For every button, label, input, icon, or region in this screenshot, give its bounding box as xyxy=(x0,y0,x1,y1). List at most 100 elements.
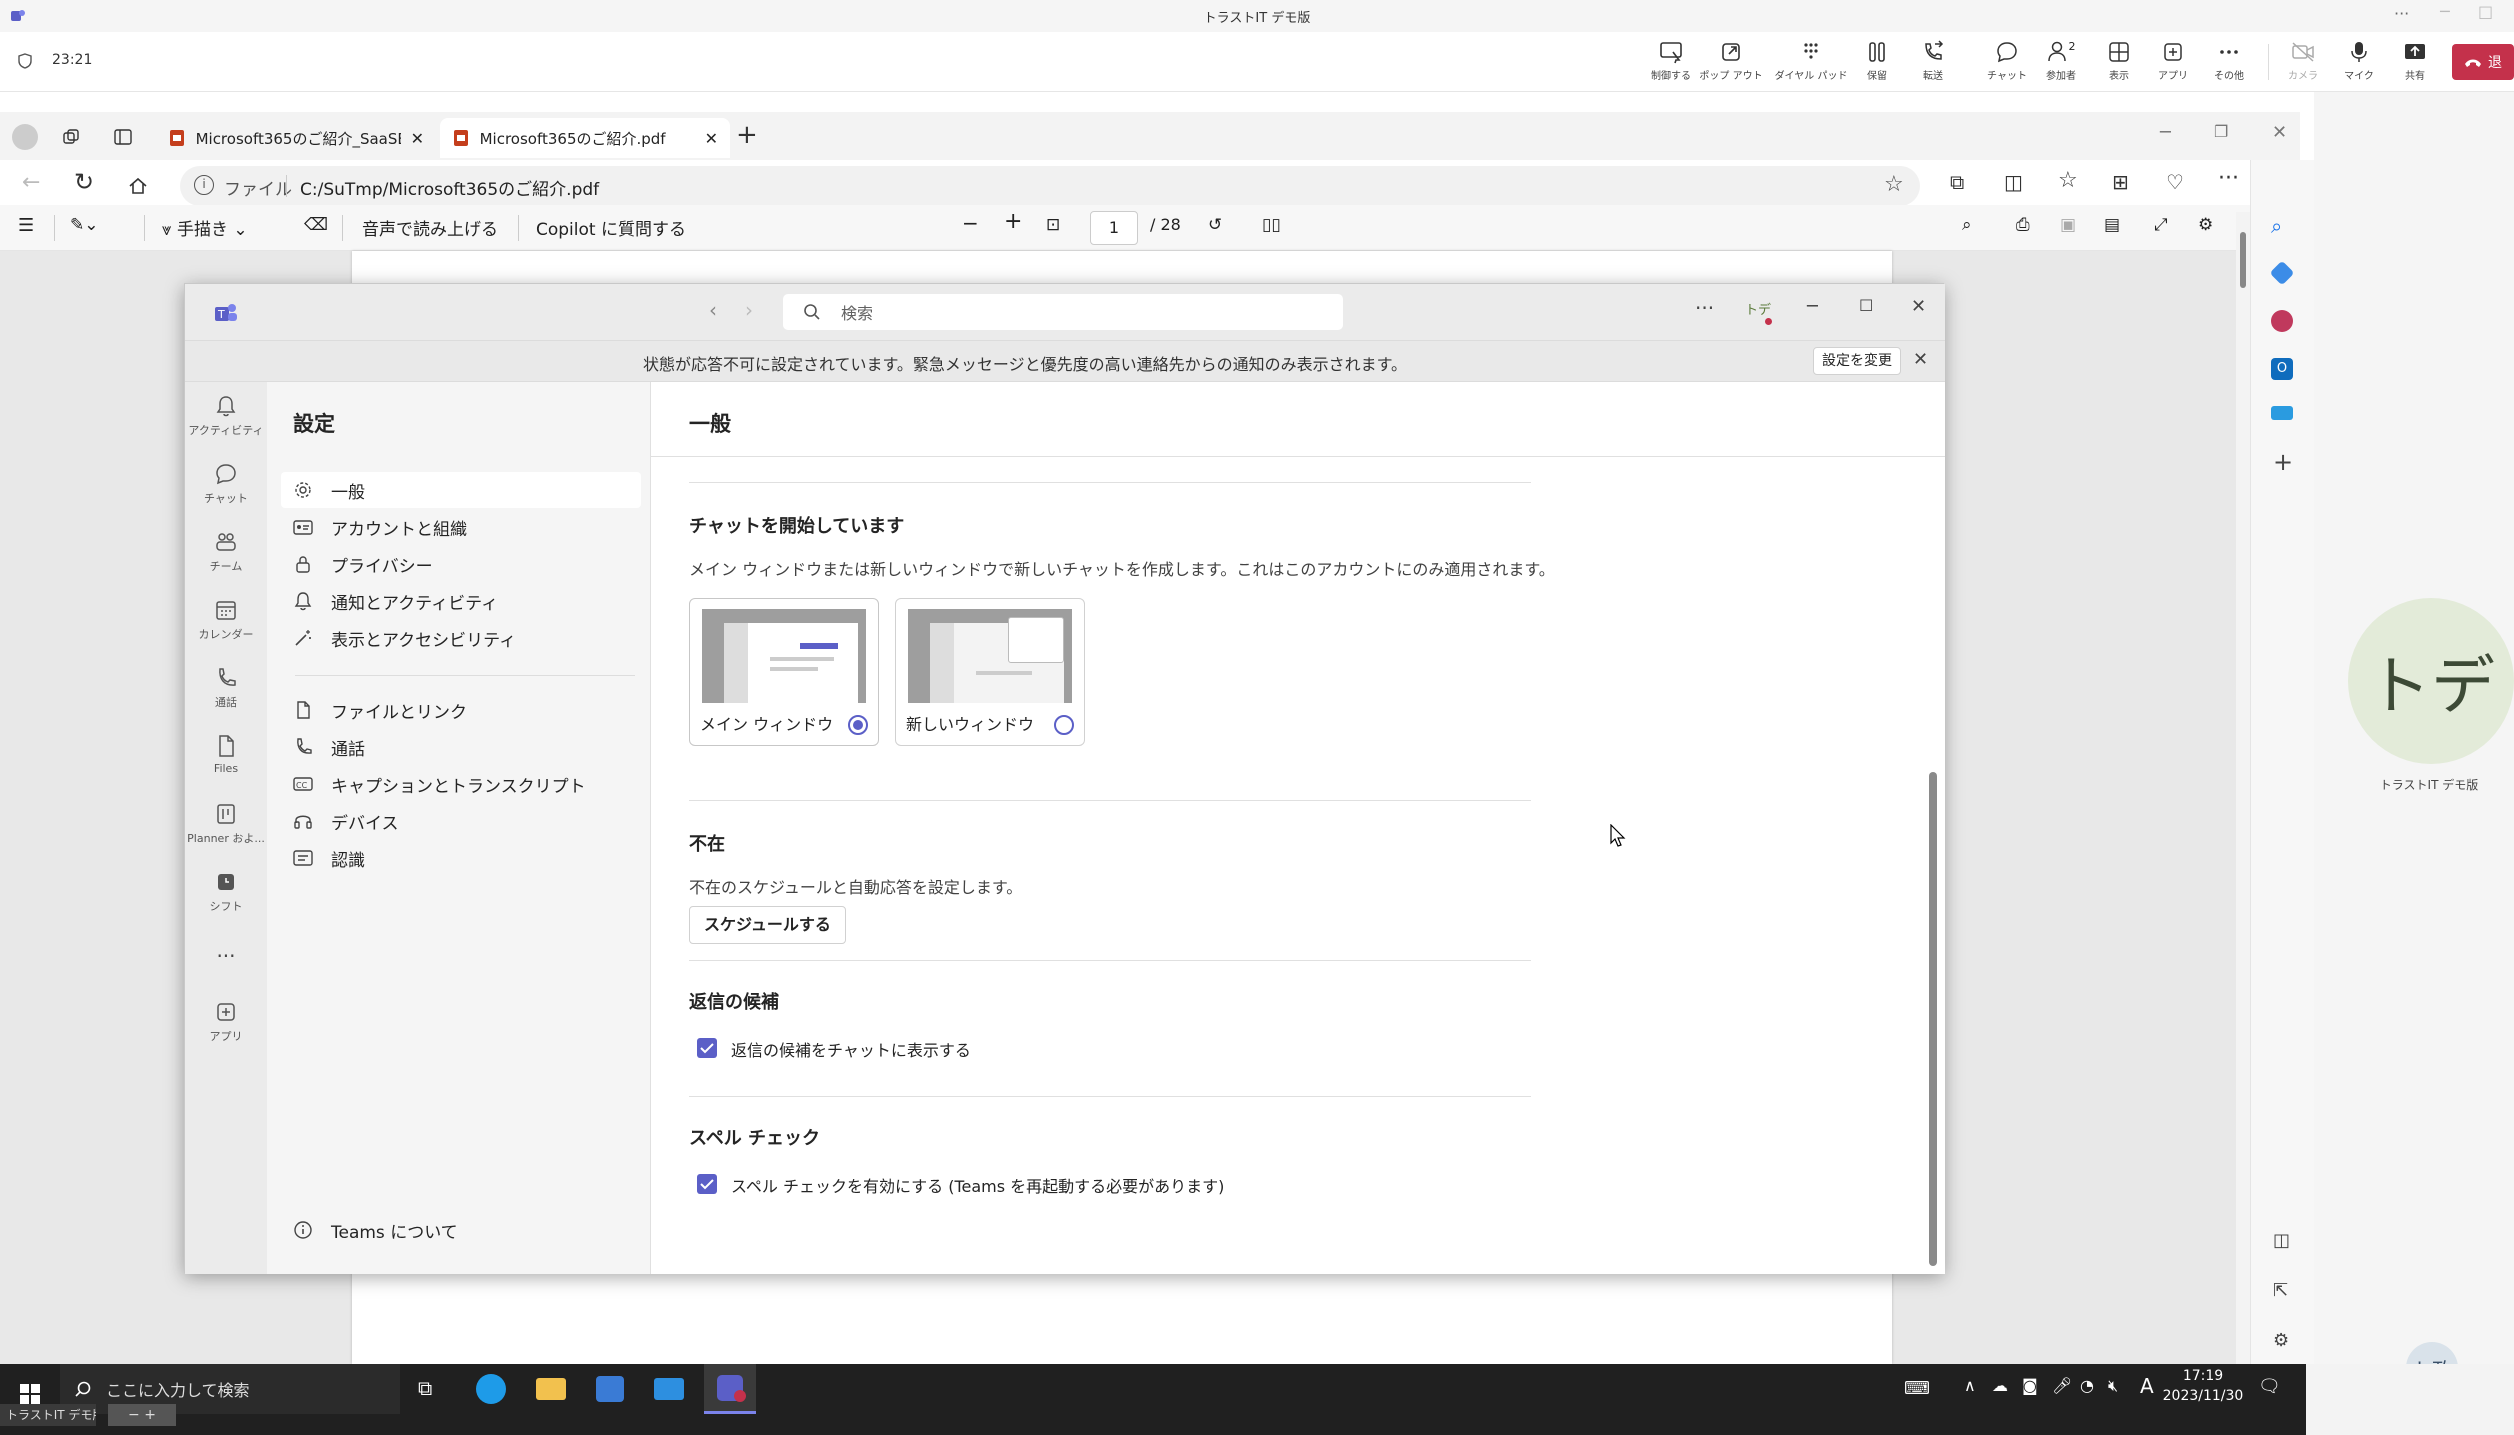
control-button[interactable]: 制御する xyxy=(1646,40,1696,88)
rail-apps[interactable]: アプリ xyxy=(185,1000,267,1044)
schedule-button[interactable]: スケジュールする xyxy=(689,906,846,944)
tray-mic-icon[interactable]: 🎤︎ xyxy=(2052,1376,2072,1395)
mail-taskbar-icon[interactable] xyxy=(654,1378,684,1400)
nav-privacy[interactable]: プライバシー xyxy=(281,546,641,582)
fit-page-icon[interactable]: ⊡ xyxy=(1046,215,1060,235)
rail-calendar[interactable]: カレンダー xyxy=(185,598,267,642)
read-aloud-button[interactable]: 音声で読み上げる xyxy=(362,215,498,240)
nav-captions[interactable]: CC キャプションとトランスクリプト xyxy=(281,766,641,802)
teams-back-icon[interactable]: ‹ xyxy=(709,298,717,322)
new-tab-icon[interactable]: + xyxy=(736,120,758,150)
nav-files[interactable]: ファイルとリンク xyxy=(281,692,641,728)
camera-button[interactable]: カメラ xyxy=(2278,40,2328,88)
meeting-chat-button[interactable]: チャット xyxy=(1982,40,2032,88)
contents-icon[interactable]: ☰ xyxy=(18,215,34,236)
refresh-icon[interactable]: ↻ xyxy=(74,168,94,196)
pdf-settings-icon[interactable]: ⚙ xyxy=(2198,215,2213,235)
new-window-radio[interactable] xyxy=(1054,715,1074,735)
edge-taskbar-icon[interactable] xyxy=(476,1374,506,1404)
nav-about-teams[interactable]: Teams について xyxy=(281,1212,641,1248)
leave-button[interactable]: 退 xyxy=(2452,44,2514,80)
ask-copilot-button[interactable]: Copilot に質問する xyxy=(536,215,686,240)
zoom-out-icon[interactable]: − xyxy=(962,211,979,235)
rail-planner[interactable]: Planner およ... xyxy=(185,802,267,846)
pdf-scrollbar[interactable] xyxy=(2236,212,2250,1364)
outlook-icon[interactable]: O xyxy=(2271,358,2293,380)
task-view-icon[interactable]: ⧉ xyxy=(418,1376,432,1400)
settings-scrollbar[interactable] xyxy=(1929,772,1937,1266)
favorites-icon[interactable]: ☆ xyxy=(2058,168,2078,193)
pdf-search-icon[interactable]: ⌕ xyxy=(1962,215,1972,235)
browser-essentials-icon[interactable]: ♡ xyxy=(2166,170,2184,194)
home-icon[interactable] xyxy=(126,174,150,198)
volume-icon[interactable]: 🔇︎ xyxy=(2108,1376,2118,1396)
tray-chevron-icon[interactable]: ∧ xyxy=(1964,1376,1976,1395)
highlight-icon[interactable]: ✎⌄ xyxy=(70,215,99,235)
tab-close-icon[interactable]: ✕ xyxy=(705,129,718,148)
teams-more-icon[interactable]: ··· xyxy=(1695,296,1714,320)
keyboard-icon[interactable]: ⌨ xyxy=(1904,1378,1930,1399)
browser-restore-icon[interactable]: ❐ xyxy=(2214,122,2228,141)
nav-notifications[interactable]: 通知とアクティビティ xyxy=(281,583,641,619)
save-icon[interactable]: ▣ xyxy=(2060,215,2076,235)
rail-more-icon[interactable]: ··· xyxy=(185,944,267,968)
meet-now-icon[interactable]: ◙ xyxy=(2022,1376,2038,1395)
browser-menu-icon[interactable]: ··· xyxy=(2218,166,2239,191)
rail-chat[interactable]: チャット xyxy=(185,462,267,506)
browser-close-icon[interactable]: ✕ xyxy=(2272,122,2287,143)
network-icon[interactable]: ◔ xyxy=(2080,1376,2094,1395)
clock-date[interactable]: 2023/11/30 xyxy=(2162,1388,2244,1404)
back-icon[interactable]: ← xyxy=(22,170,40,195)
nav-appearance[interactable]: 表示とアクセシビリティ xyxy=(281,620,641,656)
banner-close-icon[interactable]: ✕ xyxy=(1913,349,1928,370)
clock-time[interactable]: 17:19 xyxy=(2168,1368,2238,1384)
spell-check-checkbox[interactable] xyxy=(697,1174,717,1194)
view-button[interactable]: 表示 xyxy=(2094,40,2144,88)
notifications-icon[interactable]: 🗨︎ xyxy=(2258,1376,2281,1397)
nav-account[interactable]: アカウントと組織 xyxy=(281,509,641,545)
split-screen-icon[interactable]: ◫ xyxy=(2004,170,2023,194)
rotate-icon[interactable]: ↺ xyxy=(1208,215,1222,235)
meeting-maximize-icon[interactable]: □ xyxy=(2478,2,2493,21)
page-number-input[interactable]: 1 xyxy=(1090,211,1138,245)
main-window-radio[interactable] xyxy=(848,715,868,735)
info-icon[interactable]: i xyxy=(194,175,214,195)
rail-teams[interactable]: チーム xyxy=(185,530,267,574)
browser-minimize-icon[interactable]: ─ xyxy=(2160,122,2171,143)
reply-suggestions-checkbox[interactable] xyxy=(697,1038,717,1058)
onedrive-icon[interactable]: ☁ xyxy=(1992,1376,2008,1395)
main-window-option[interactable]: メイン ウィンドウ xyxy=(689,598,879,746)
rail-calls[interactable]: 通話 xyxy=(185,666,267,710)
page-view-icon[interactable]: ▯▯ xyxy=(1262,215,1281,235)
teams-search-box[interactable]: 検索 xyxy=(783,294,1343,330)
mic-button[interactable]: マイク xyxy=(2334,40,2384,88)
nav-general[interactable]: 一般 xyxy=(281,472,641,508)
zoom-in-icon[interactable]: + xyxy=(1004,209,1022,234)
hold-button[interactable]: 保留 xyxy=(1852,40,1902,88)
sidebar-panel-icon[interactable]: ◫ xyxy=(2273,1230,2290,1251)
browser-tab-2[interactable]: Microsoft365のご紹介.pdf ✕ xyxy=(440,118,730,158)
teams-taskbar-icon[interactable] xyxy=(704,1364,756,1414)
tools-icon[interactable] xyxy=(2271,310,2293,332)
participants-button[interactable]: 2 参加者 xyxy=(2036,40,2086,88)
address-bar[interactable]: i ファイル C:/SuTmp/Microsoft365のご紹介.pdf ☆ xyxy=(180,166,1920,206)
more-button[interactable]: その他 xyxy=(2204,40,2254,88)
pop-out-button[interactable]: ポップ アウト xyxy=(1699,40,1763,88)
tab-close-icon[interactable]: ✕ xyxy=(411,129,424,148)
nav-calls[interactable]: 通話 xyxy=(281,729,641,765)
transfer-button[interactable]: 転送 xyxy=(1908,40,1958,88)
pdf-scrollbar-thumb[interactable] xyxy=(2240,232,2246,288)
rail-files[interactable]: Files xyxy=(185,734,267,775)
draw-button[interactable]: ⩔ 手描き ⌄ xyxy=(162,215,248,240)
ime-indicator[interactable]: A xyxy=(2140,1374,2154,1398)
extensions-icon[interactable]: ⧉ xyxy=(1950,170,1964,194)
workspaces-icon[interactable] xyxy=(60,126,82,148)
send-icon[interactable] xyxy=(2271,406,2293,420)
nav-devices[interactable]: デバイス xyxy=(281,803,641,839)
sidebar-search-icon[interactable]: ⌕ xyxy=(2271,214,2282,238)
share-button[interactable]: 共有 xyxy=(2390,40,2440,88)
new-window-option[interactable]: 新しいウィンドウ xyxy=(895,598,1085,746)
meeting-more-icon[interactable]: ··· xyxy=(2394,4,2409,23)
print-icon[interactable]: ⎙ xyxy=(2016,215,2030,235)
sidebar-settings-icon[interactable]: ⚙ xyxy=(2273,1330,2289,1351)
